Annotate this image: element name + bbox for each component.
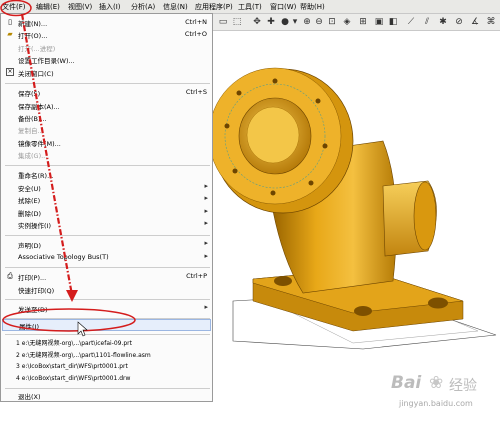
highlight-circle-file-menu — [0, 0, 32, 17]
mouse-cursor-icon — [77, 321, 88, 337]
annotation-arrow-line — [20, 13, 74, 296]
annotation-overlay — [0, 0, 136, 337]
highlight-circle-properties — [2, 308, 136, 332]
annotation-arrowhead-icon — [66, 290, 78, 302]
